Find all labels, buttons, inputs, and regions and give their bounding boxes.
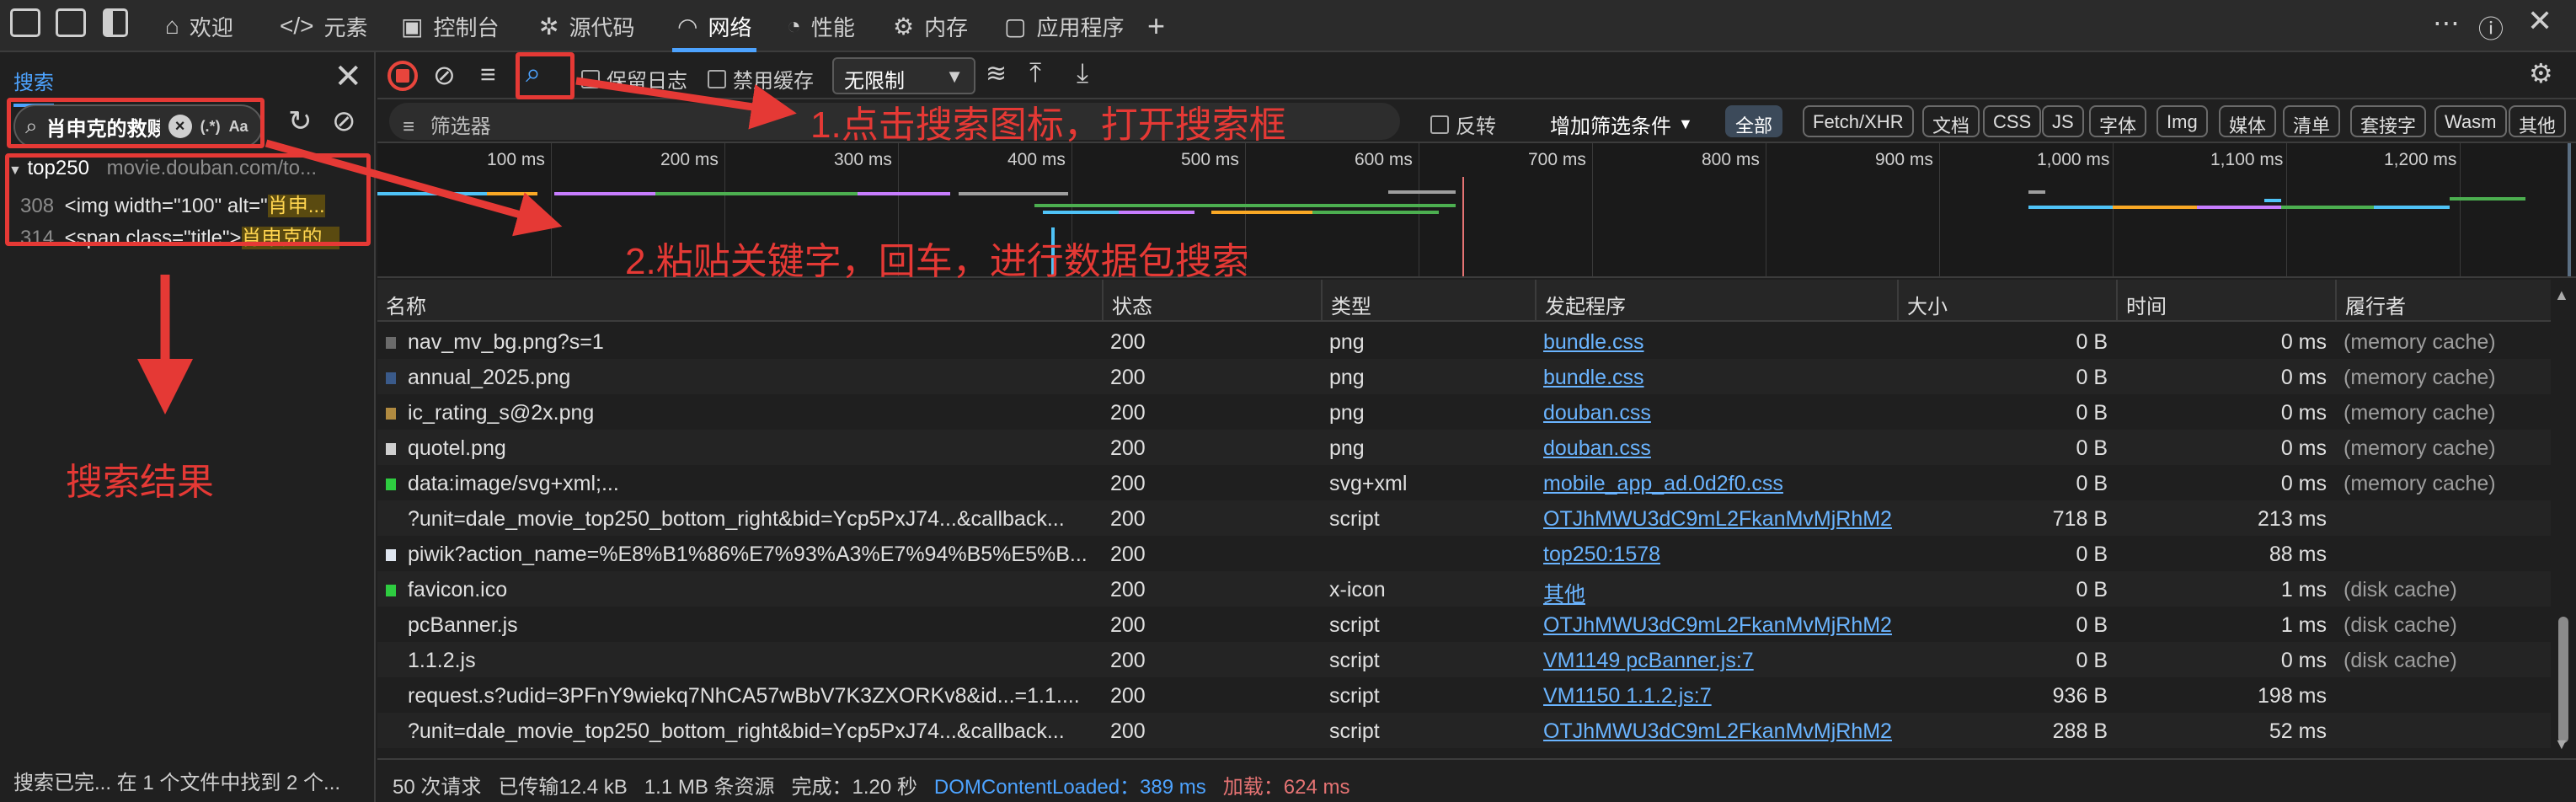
annotation-results-label: 搜索结果 bbox=[66, 462, 214, 503]
annotation-arrows bbox=[137, 77, 797, 414]
annotation-step2: 2.粘贴关键字，回车，进行数据包搜索 bbox=[625, 241, 1249, 282]
annotation-step1: 1.点击搜索图标，打开搜索框 bbox=[810, 104, 1286, 146]
arrow-to-step1 bbox=[575, 77, 797, 130]
arrow-to-step2 bbox=[265, 139, 563, 237]
